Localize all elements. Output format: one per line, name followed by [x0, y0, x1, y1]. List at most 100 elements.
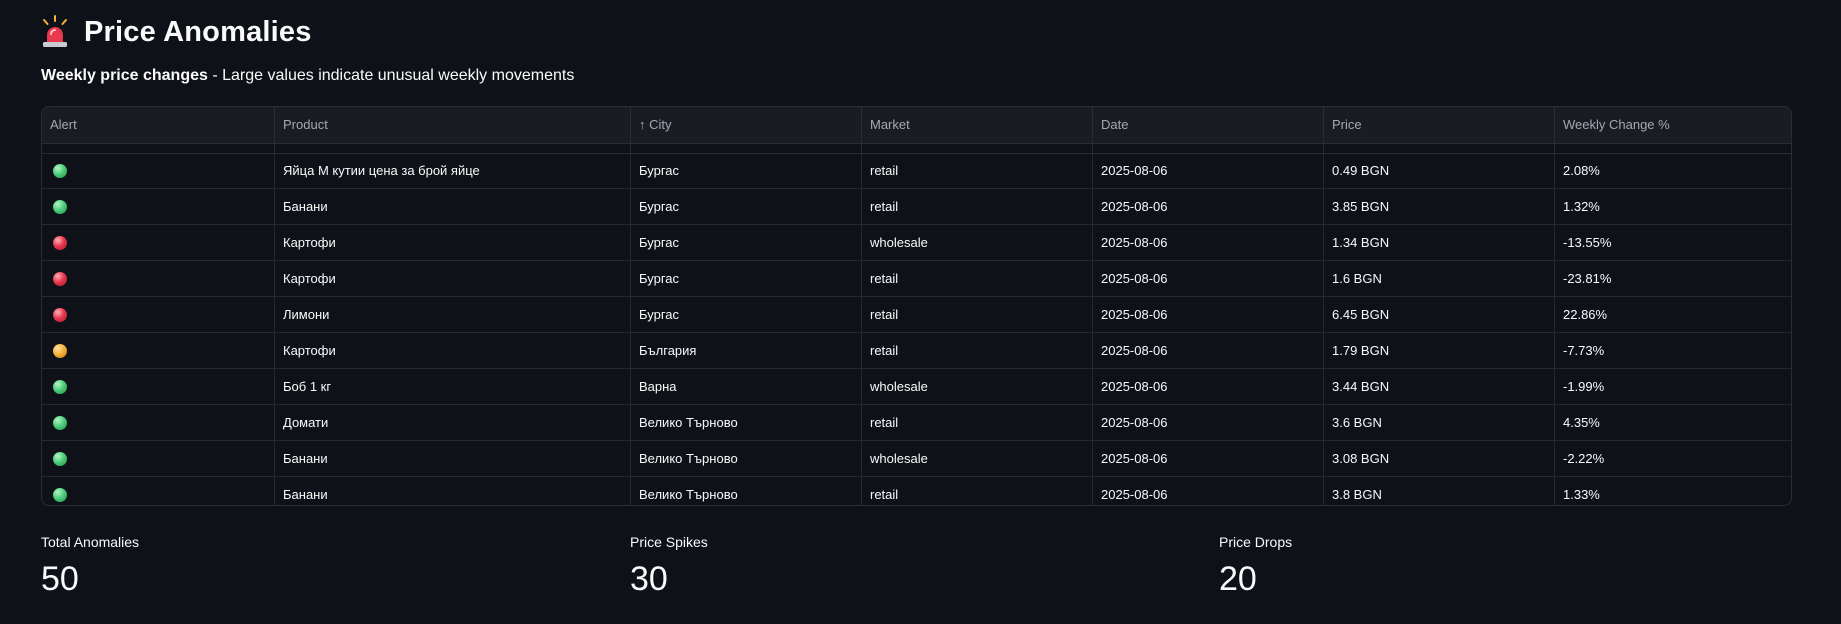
column-header-price[interactable]: Price: [1324, 107, 1555, 143]
cell-weekly-change: 4.35%: [1563, 415, 1600, 430]
table-body: Яйца М кутии цена за брой яйце Бургас reta…: [42, 153, 1791, 505]
cell-date: 2025-08-06: [1093, 261, 1324, 296]
cell-alert: [42, 297, 275, 332]
metric-label: Price Spikes: [630, 534, 708, 550]
column-header-date[interactable]: Date: [1093, 107, 1324, 143]
page-title: Price Anomalies: [84, 15, 312, 48]
cell-weekly-change: 22.86%: [1563, 307, 1608, 322]
cell-date: 2025-08-06: [1093, 369, 1324, 404]
green-circle-icon: [53, 379, 67, 394]
page-header: Price Anomalies: [40, 10, 312, 54]
subtitle-text: - Large values indicate unusual weekly m…: [207, 67, 575, 84]
table-row[interactable]: Яйца М кутии цена за брой яйце Бургас reta…: [42, 153, 1791, 189]
anomalies-table[interactable]: Alert Product ↑ City Market Date Price W…: [41, 106, 1792, 506]
cell-alert: [42, 225, 275, 260]
cell-date: 2025-08-06: [1093, 333, 1324, 368]
column-header-alert[interactable]: Alert: [42, 107, 275, 143]
cell-price: 1.79 BGN: [1324, 333, 1555, 368]
cell-alert: [42, 333, 275, 368]
cell-weekly-change: -23.81%: [1563, 271, 1612, 286]
cell-city: Велико Търново: [631, 441, 862, 476]
column-header-weekly-change[interactable]: Weekly Change %: [1555, 107, 1791, 143]
table-row[interactable]: Боб 1 кг Варна wholesale 2025-08-06 3.44 BGN…: [42, 369, 1791, 405]
column-header-market[interactable]: Market: [862, 107, 1093, 143]
metrics-row: Total Anomalies 50 Price Spikes 30 Price…: [41, 534, 1801, 614]
table-row[interactable]: Картофи Бургас retail 2025-08-06 1.6 BGN -23.…: [42, 261, 1791, 297]
cell-market: retail: [862, 477, 1093, 505]
cell-product: Картофи: [275, 333, 631, 368]
cell-price: 1.34 BGN: [1324, 225, 1555, 260]
cell-weekly-change: -1.99%: [1563, 379, 1605, 394]
table-row[interactable]: Банани Бургас retail 2025-08-06 3.85 BGN 1.32…: [42, 189, 1791, 225]
cell-date: 2025-08-06: [1093, 225, 1324, 260]
metric-price-spikes: Price Spikes 30: [630, 534, 708, 599]
cell-city: Бургас: [631, 261, 862, 296]
cell-weekly-change: -2.22%: [1563, 451, 1605, 466]
cell-city: Велико Търново: [631, 405, 862, 440]
cell-product: Домати: [275, 405, 631, 440]
table-row[interactable]: Банани Велико Търново wholesale 2025-08-06 3…: [42, 441, 1791, 477]
table-header: Alert Product ↑ City Market Date Price W…: [42, 107, 1791, 144]
green-circle-icon: [53, 487, 67, 502]
cell-product: Банани: [275, 477, 631, 505]
page-subtitle: Weekly price changes - Large values indi…: [41, 67, 574, 85]
cell-price: 1.6 BGN: [1324, 261, 1555, 296]
cell-price: 3.8 BGN: [1324, 477, 1555, 505]
cell-alert: [42, 153, 275, 188]
table-row[interactable]: Лимони Бургас retail 2025-08-06 6.45 BGN 22.8…: [42, 297, 1791, 333]
cell-market: retail: [862, 405, 1093, 440]
metric-value: 50: [41, 560, 79, 598]
red-circle-icon: [53, 235, 67, 250]
green-circle-icon: [53, 415, 67, 430]
cell-date: 2025-08-06: [1093, 405, 1324, 440]
column-header-city[interactable]: ↑ City: [631, 107, 862, 143]
cell-date: 2025-08-06: [1093, 297, 1324, 332]
table-row[interactable]: Картофи България retail 2025-08-06 1.79 BGN -…: [42, 333, 1791, 369]
cell-city: Бургас: [631, 153, 862, 188]
subtitle-bold: Weekly price changes: [41, 67, 208, 84]
cell-city: Бургас: [631, 225, 862, 260]
cell-price: 3.08 BGN: [1324, 441, 1555, 476]
cell-market: retail: [862, 153, 1093, 188]
cell-product: Лимони: [275, 297, 631, 332]
column-header-product[interactable]: Product: [275, 107, 631, 143]
metric-total-anomalies: Total Anomalies 50: [41, 534, 139, 599]
orange-circle-icon: [53, 343, 67, 358]
cell-product: Боб 1 кг: [275, 369, 631, 404]
cell-price: 3.44 BGN: [1324, 369, 1555, 404]
cell-market: wholesale: [862, 441, 1093, 476]
metric-price-drops: Price Drops 20: [1219, 534, 1292, 599]
cell-product: Банани: [275, 189, 631, 224]
table-row[interactable]: Домати Велико Търново retail 2025-08-06 3.6 …: [42, 405, 1791, 441]
cell-weekly-change: -13.55%: [1563, 235, 1612, 250]
cell-market: retail: [862, 189, 1093, 224]
green-circle-icon: [53, 163, 67, 178]
cell-market: wholesale: [862, 369, 1093, 404]
cell-alert: [42, 441, 275, 476]
cell-price: 0.49 BGN: [1324, 153, 1555, 188]
green-circle-icon: [53, 199, 67, 214]
cell-product: Картофи: [275, 261, 631, 296]
red-circle-icon: [53, 307, 67, 322]
cell-city: Бургас: [631, 297, 862, 332]
cell-weekly-change: -7.73%: [1563, 343, 1605, 358]
cell-city: Бургас: [631, 189, 862, 224]
table-row[interactable]: Картофи Бургас wholesale 2025-08-06 1.34 BGN…: [42, 225, 1791, 261]
cell-price: 6.45 BGN: [1324, 297, 1555, 332]
green-circle-icon: [53, 451, 67, 466]
cell-alert: [42, 261, 275, 296]
cell-product: Картофи: [275, 225, 631, 260]
metric-value: 20: [1219, 560, 1257, 598]
cell-city: България: [631, 333, 862, 368]
cell-market: retail: [862, 261, 1093, 296]
cell-city: Варна: [631, 369, 862, 404]
cell-date: 2025-08-06: [1093, 477, 1324, 505]
metric-value: 30: [630, 560, 668, 598]
cell-weekly-change: 2.08%: [1563, 163, 1600, 178]
table-row[interactable]: Банани Велико Търново retail 2025-08-06 3.8 …: [42, 477, 1791, 505]
metric-label: Price Drops: [1219, 534, 1293, 550]
cell-market: retail: [862, 333, 1093, 368]
cell-date: 2025-08-06: [1093, 189, 1324, 224]
cell-alert: [42, 369, 275, 404]
page: Price Anomalies Weekly price changes - L…: [0, 0, 1841, 624]
